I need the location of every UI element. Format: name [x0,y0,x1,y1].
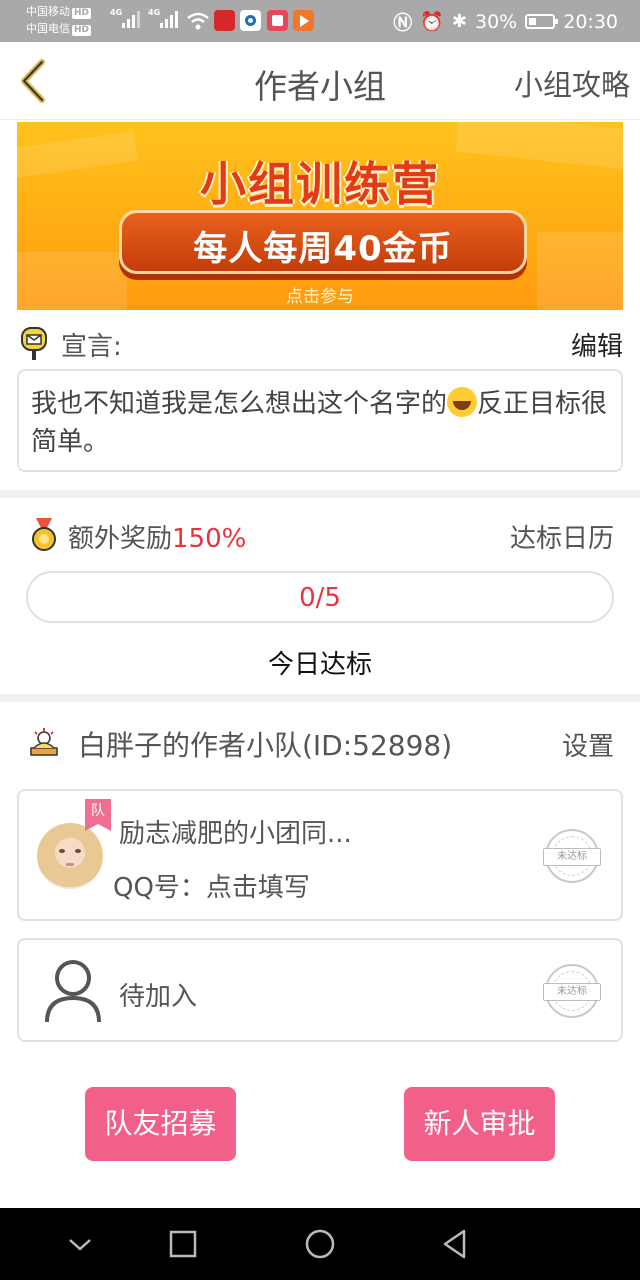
member-avatar [37,823,103,889]
banner-title: 小组训练营 [200,157,440,211]
declaration-text-box: 我也不知道我是怎么想出这个名字的 反正目标很简单。 [17,369,623,472]
group-guide-link[interactable]: 小组攻略 [514,62,630,104]
signal-icon-1 [122,10,140,28]
carrier-info: 中国移动 HD 中国电信 HD [26,3,92,37]
section-divider [0,694,640,702]
app-notification-icon-4 [293,10,314,31]
approve-newcomers-button[interactable]: 新人审批 [404,1087,555,1161]
signal-icon-2 [160,10,178,28]
pending-member-label: 待加入 [119,982,198,1012]
not-achieved-stamp-icon: 未达标 [543,964,601,1018]
training-camp-banner[interactable]: 小组训练营 每人每周40金币 点击参与 [17,122,623,310]
mailbox-icon [21,327,47,360]
member-name: 励志减肥的小团同... [119,819,352,849]
team-leader-badge: 队 [85,799,111,831]
today-achievement-label: 今日达标 [267,650,372,680]
team-icon [30,728,58,756]
pending-member-card[interactable]: 待加入 未达标 [17,938,623,1042]
recent-apps-icon[interactable] [165,1226,201,1262]
laughing-emoji-icon [447,387,478,417]
home-icon[interactable] [302,1226,338,1262]
declaration-label: 宣言: [61,332,122,362]
battery-icon [525,14,559,29]
wifi-icon [187,12,209,30]
system-navigation-bar [0,1208,640,1280]
chevron-down-icon[interactable] [62,1226,98,1262]
back-triangle-icon[interactable] [437,1226,473,1262]
declaration-text-part1: 我也不知道我是怎么想出这个名字的 [31,389,448,419]
stamp-label: 未达标 [543,848,601,866]
nfc-icon: Ⓝ [393,12,413,34]
achievement-calendar-link[interactable]: 达标日历 [510,518,614,555]
team-settings-link[interactable]: 设置 [562,726,614,763]
network-type-1: 4G [110,8,123,17]
reward-header: 额外奖励150% 达标日历 [28,516,614,556]
person-placeholder-icon [45,960,101,1023]
status-bar: 中国移动 HD 中国电信 HD 4G 4G Ⓝ ⏰ ✱ 30% 20:30 [0,0,640,42]
app-notification-icon-3 [267,10,288,31]
section-divider [0,490,640,498]
declaration-header: 宣言: 编辑 [17,324,623,364]
edit-declaration-button[interactable]: 编辑 [571,326,623,363]
alarm-icon: ⏰ [420,11,444,33]
reward-label-group: 额外奖励150% [68,518,246,555]
hd-badge-1: HD [72,8,92,19]
banner-reward-pill: 每人每周40金币 [119,210,527,274]
recruit-teammates-button[interactable]: 队友招募 [85,1087,236,1161]
banner-cta[interactable]: 点击参与 [17,282,623,307]
status-right: Ⓝ ⏰ ✱ 30% 20:30 [393,8,618,35]
bluetooth-icon: ✱ [451,11,467,32]
team-header: 白胖子的作者小队(ID:52898) 设置 [26,722,614,766]
team-name: 白胖子的作者小队(ID:52898) [78,729,453,762]
member-card[interactable]: 队 励志减肥的小团同... QQ号：点击填写 未达标 [17,789,623,921]
network-type-2: 4G [148,8,161,17]
progress-text: 0/5 [299,583,341,613]
medal-icon [32,518,56,551]
not-achieved-stamp-icon: 未达标 [543,829,601,883]
reward-label: 额外奖励 [68,524,173,554]
app-header: 作者小组 小组攻略 [0,42,640,120]
clock: 20:30 [563,10,618,33]
battery-percent: 30% [475,10,518,33]
app-notification-icon-2 [240,10,261,31]
weekly-progress-bar: 0/5 [26,571,614,623]
carrier-2: 中国电信 [26,22,70,35]
member-qq-field[interactable]: QQ号：点击填写 [113,867,310,904]
carrier-1: 中国移动 [26,5,70,18]
app-notification-icon-1 [214,10,235,31]
reward-value: 150% [172,524,247,554]
stamp-label: 未达标 [543,983,601,1001]
banner-subtitle: 每人每周40金币 [193,229,453,269]
hd-badge-2: HD [72,25,92,36]
